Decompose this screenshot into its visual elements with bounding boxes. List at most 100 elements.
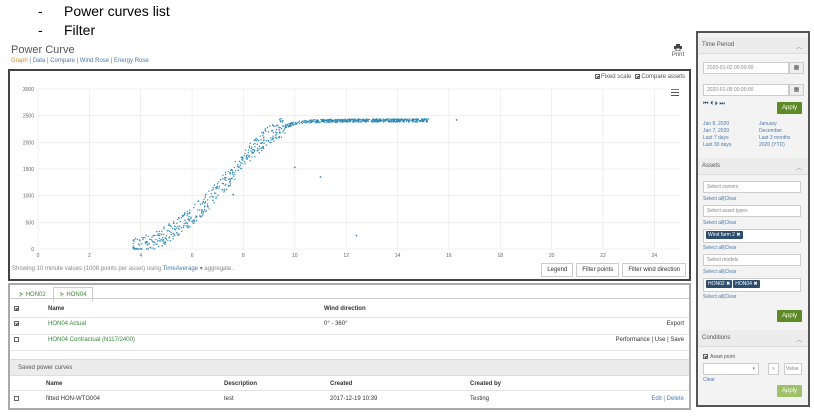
select-all-link[interactable]: Select all: [703, 245, 723, 251]
conditions-clear-link[interactable]: Clear: [703, 377, 715, 383]
data-point: [328, 121, 331, 124]
quick-period-link[interactable]: Last 3 months: [759, 135, 790, 142]
clear-link[interactable]: Clear: [725, 245, 737, 251]
data-point: [206, 199, 209, 201]
owners-select[interactable]: Select owners: [703, 181, 801, 193]
row-checkbox[interactable]: [14, 321, 20, 327]
data-point: [206, 203, 209, 205]
fixed-scale-checkbox[interactable]: Fixed scale: [594, 74, 631, 80]
tab-wind-rose[interactable]: Wind Rose: [80, 58, 109, 64]
data-point: [229, 173, 232, 175]
filter-points-button[interactable]: Filter points: [576, 263, 620, 277]
operator-select[interactable]: >: [768, 363, 779, 375]
quick-period-link[interactable]: December: [759, 128, 790, 135]
select-all-link[interactable]: Select all: [703, 196, 723, 202]
data-point: [333, 119, 336, 121]
print-button[interactable]: Print: [670, 44, 686, 58]
data-point: [222, 174, 224, 176]
calendar-icon[interactable]: ▦: [789, 84, 804, 96]
conditions-apply-button[interactable]: Apply: [777, 385, 802, 397]
quick-period-link[interactable]: Last 30 days: [703, 142, 731, 149]
select-all-link[interactable]: Select all: [703, 269, 723, 275]
calendar-icon[interactable]: ▦: [789, 62, 804, 74]
select-all-checkbox[interactable]: [14, 306, 20, 312]
data-point: [247, 151, 249, 154]
select-all-link[interactable]: Select all: [703, 220, 723, 226]
data-point: [298, 120, 301, 122]
data-point: [228, 178, 230, 180]
asset-tag[interactable]: HON02 ✖: [706, 280, 733, 288]
data-point: [342, 119, 344, 121]
data-point: [215, 197, 217, 200]
quick-period-link[interactable]: January: [759, 121, 790, 128]
table-row: HON04 Contractual (N117/2400) Performanc…: [10, 337, 689, 351]
tab-hon04[interactable]: ⊱ HON04: [52, 287, 94, 302]
clear-link[interactable]: Clear: [725, 196, 737, 202]
value-input[interactable]: Value: [784, 363, 802, 375]
outlier-point: [293, 166, 296, 169]
clear-link[interactable]: Clear: [725, 220, 737, 226]
clear-link[interactable]: Clear: [725, 269, 737, 275]
quick-period-link[interactable]: Jan 8, 2020: [703, 121, 731, 128]
time-period-header[interactable]: Time Period ︿: [698, 37, 808, 54]
to-date-input[interactable]: 2020-01-09 00:00:00: [703, 84, 789, 96]
clear-link[interactable]: Clear: [725, 294, 737, 300]
assets-apply-button[interactable]: Apply: [777, 310, 802, 322]
data-point: [258, 148, 261, 150]
filter-wind-direction-button[interactable]: Filter wind direction: [622, 263, 686, 277]
assets-select[interactable]: HON02 ✖ HON04 ✖: [703, 278, 801, 292]
from-date-input[interactable]: 2020-01-02 00:00:00: [703, 62, 789, 74]
asset-tag[interactable]: HON04 ✖: [733, 280, 760, 288]
data-point: [237, 164, 239, 166]
tab-energy-rose[interactable]: Energy Rose: [114, 58, 149, 64]
tab-compare[interactable]: Compare: [50, 58, 75, 64]
legend-button[interactable]: Legend: [541, 263, 574, 277]
wind-farm-tag[interactable]: Wind farm 2 ✖: [706, 231, 743, 239]
tab-data[interactable]: Data: [33, 58, 46, 64]
data-point: [378, 119, 380, 122]
data-point: [266, 126, 269, 129]
data-point: [168, 237, 170, 239]
x-tick-label: 4: [139, 253, 142, 259]
time-apply-button[interactable]: Apply: [777, 102, 802, 114]
tab-graph[interactable]: Graph: [11, 58, 28, 64]
models-select[interactable]: Select models: [703, 254, 801, 266]
period-nav-icons[interactable]: ⏮ ⏴ ⏵ ⏭: [703, 101, 725, 108]
data-point: [423, 119, 426, 121]
edit-delete-links[interactable]: Edit | Delete: [651, 396, 684, 402]
curve-name[interactable]: HON04 Actual: [48, 321, 86, 327]
data-point: [221, 182, 224, 185]
data-point: [273, 125, 275, 127]
compare-assets-checkbox[interactable]: Compare assets: [635, 74, 685, 80]
asset-point-select[interactable]: ▾: [703, 363, 759, 375]
data-point: [262, 132, 265, 135]
asset-point-checkbox[interactable]: Asset point: [703, 354, 735, 360]
quick-period-link[interactable]: Last 7 days: [703, 135, 731, 142]
data-point: [184, 219, 186, 221]
data-point: [205, 193, 207, 196]
quick-period-link[interactable]: 2020 (YTD): [759, 142, 790, 149]
tab-hon02[interactable]: ⊱ HON02: [12, 287, 53, 302]
data-point: [225, 183, 227, 186]
data-point: [161, 245, 163, 247]
row-checkbox[interactable]: [14, 396, 20, 402]
aggregation-dropdown[interactable]: TimeAverage ▾: [163, 266, 203, 272]
page-title: Power Curve: [11, 44, 75, 56]
quick-periods-left: Jan 8, 2020 Jan 7, 2020 Last 7 days Last…: [703, 121, 731, 149]
asset-types-select[interactable]: Select asset types: [703, 205, 801, 217]
quick-period-link[interactable]: Jan 7, 2020: [703, 128, 731, 135]
curve-actions[interactable]: Performance | Use | Save: [616, 337, 684, 343]
row-checkbox[interactable]: [14, 337, 20, 343]
data-point: [304, 120, 306, 122]
export-link[interactable]: Export: [667, 321, 684, 327]
data-point: [355, 121, 357, 123]
data-point: [314, 121, 316, 123]
select-all-link[interactable]: Select all: [703, 294, 723, 300]
data-point: [186, 222, 189, 225]
curve-name[interactable]: HON04 Contractual (N117/2400): [48, 337, 135, 343]
data-point: [318, 121, 321, 123]
data-point: [157, 233, 160, 235]
assets-header[interactable]: Assets ︿: [698, 158, 808, 175]
conditions-header[interactable]: Conditions ︿: [698, 330, 808, 347]
wind-farm-select[interactable]: Wind farm 2 ✖: [703, 229, 801, 243]
